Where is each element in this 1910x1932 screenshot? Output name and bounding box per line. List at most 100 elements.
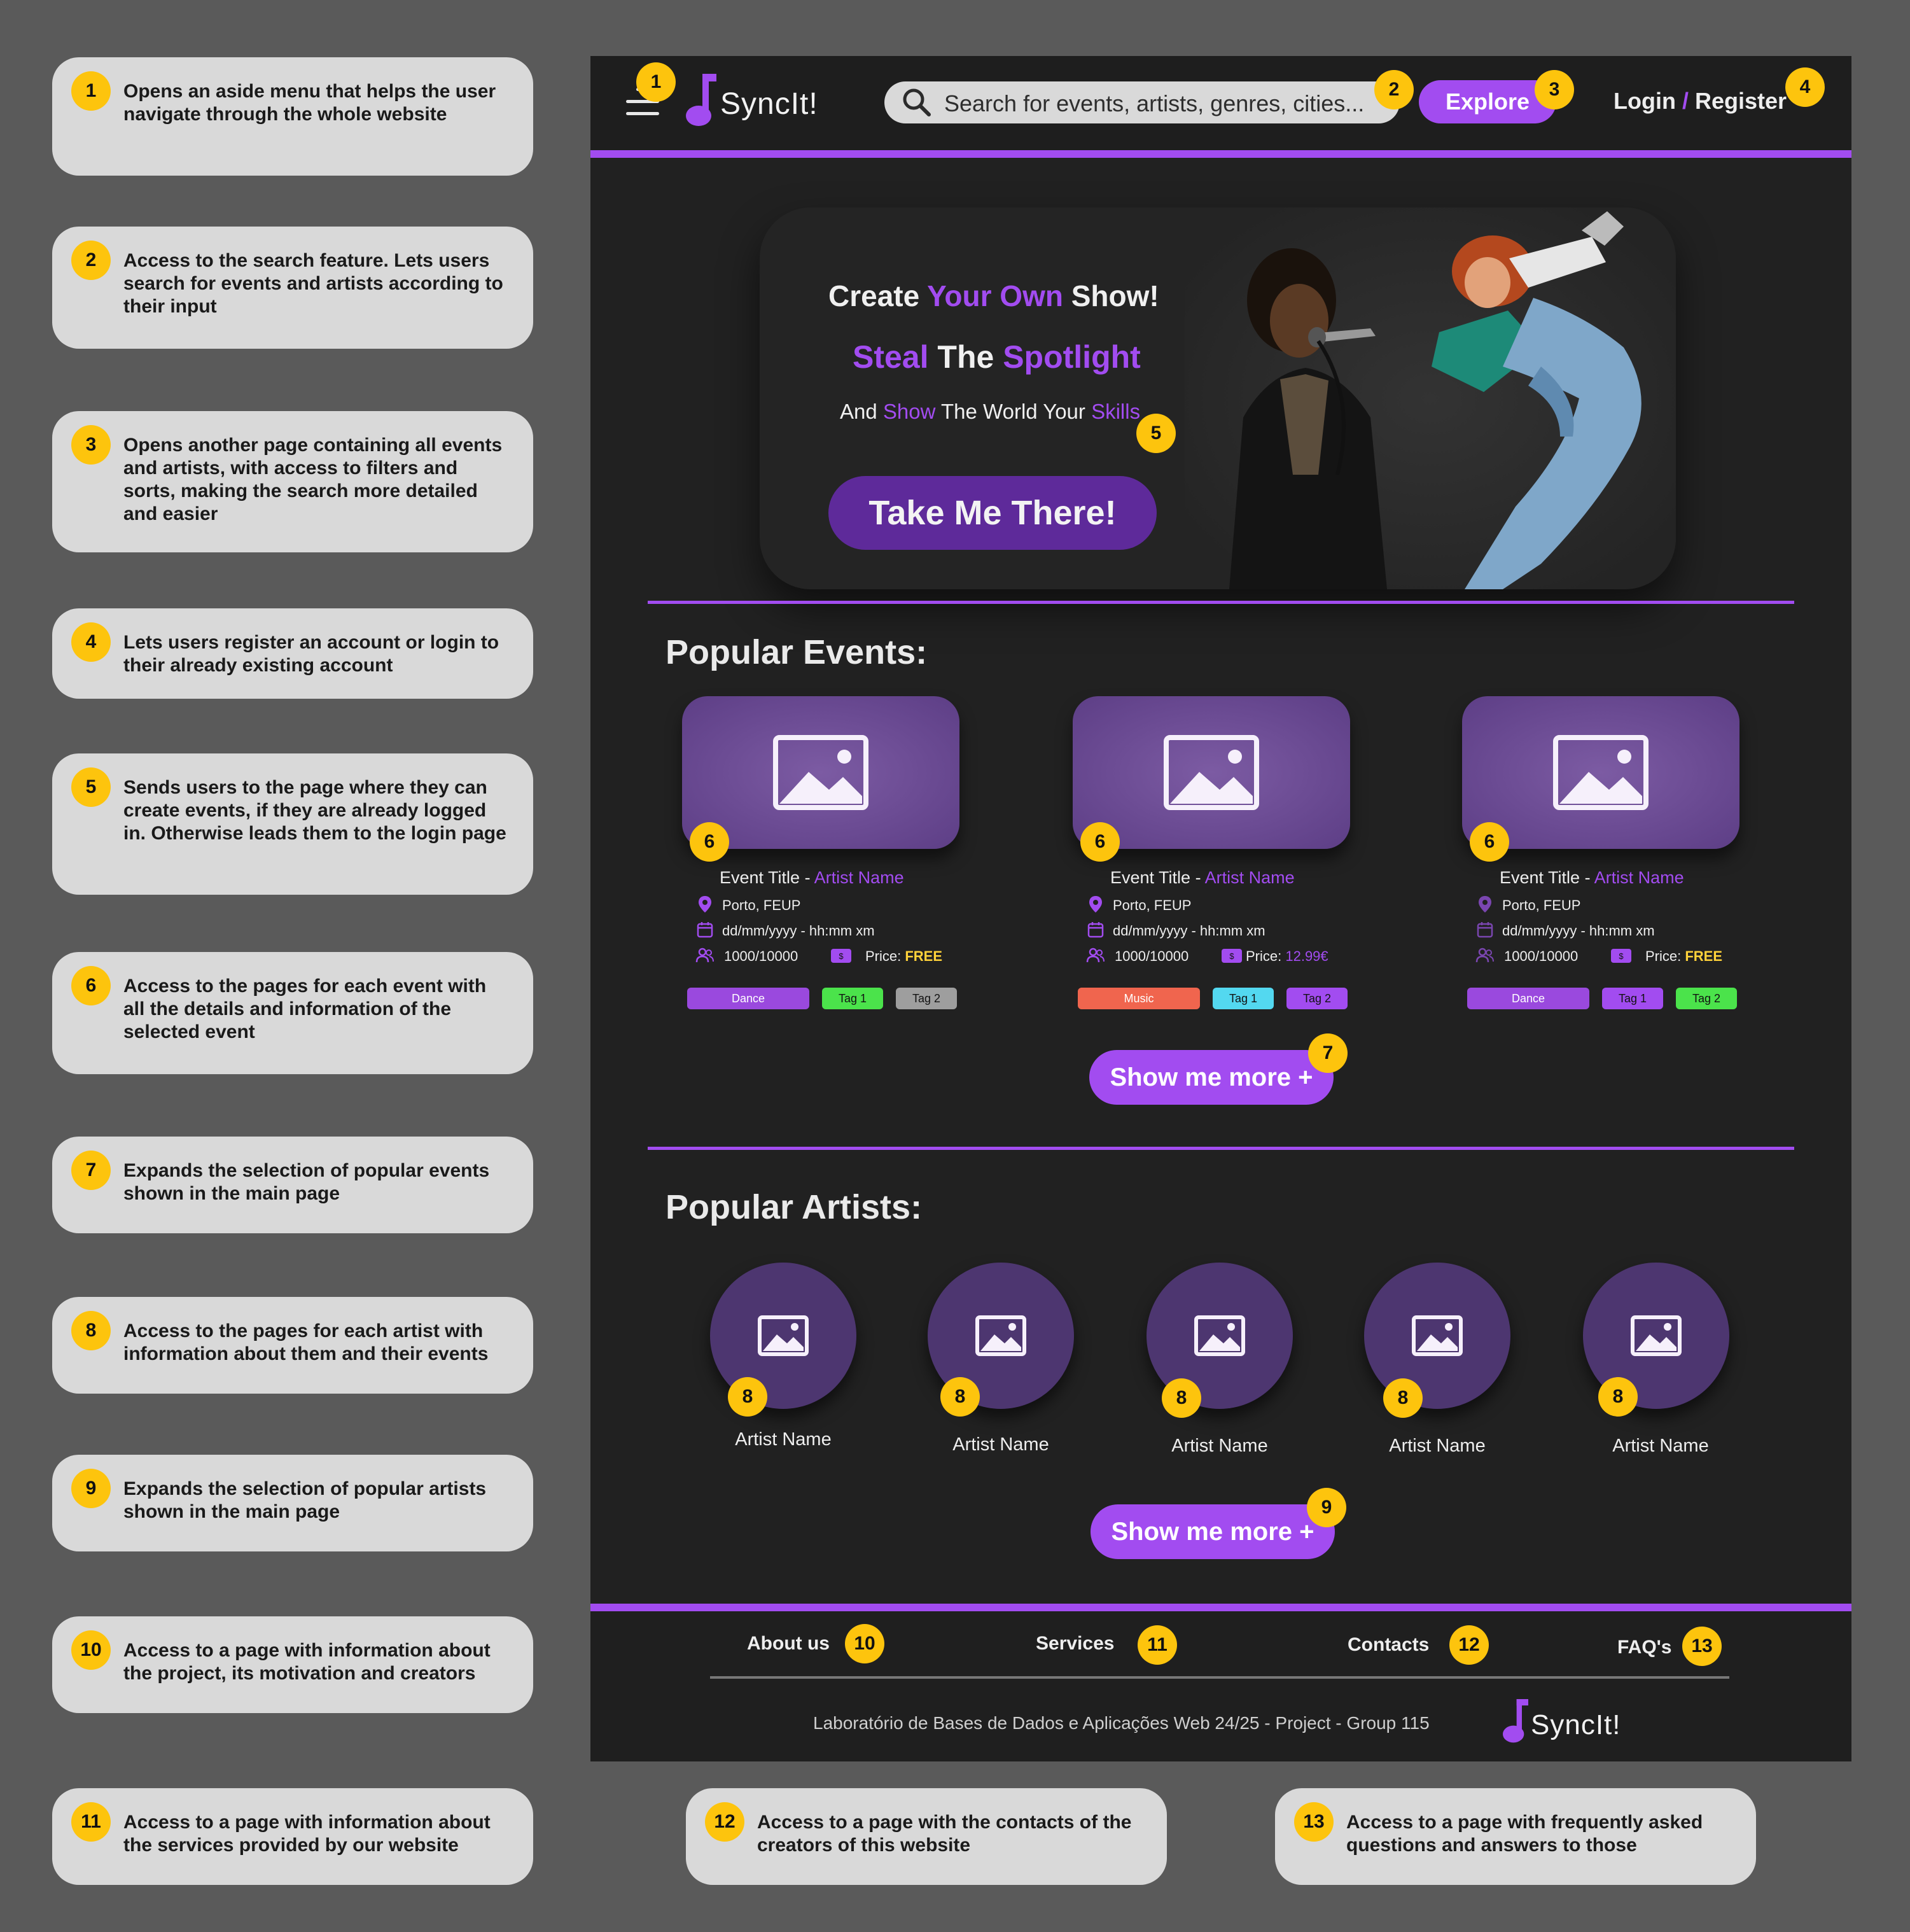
artist-name[interactable]: Artist Name — [918, 1434, 1084, 1455]
search-bar[interactable]: Search for events, artists, genres, citi… — [884, 81, 1400, 123]
badge-2: 2 — [71, 241, 111, 280]
callout-text: Access to the pages for each artist with… — [123, 1320, 489, 1364]
event-date: dd/mm/yyyy - hh:mm xm — [1502, 923, 1655, 939]
callout-9: 9 Expands the selection of popular artis… — [52, 1455, 533, 1551]
event-tag[interactable]: Tag 2 — [1286, 988, 1348, 1009]
badge-8: 8 — [71, 1311, 111, 1350]
badge-6: 6 — [690, 822, 729, 862]
badge-13: 13 — [1294, 1802, 1334, 1842]
badge-6: 6 — [1080, 822, 1120, 862]
badge-12: 12 — [705, 1802, 744, 1842]
artist-name[interactable]: Artist Name — [1355, 1436, 1520, 1457]
footer-separator — [710, 1676, 1729, 1679]
artist-name[interactable]: Artist Name — [1137, 1436, 1302, 1457]
music-note-icon — [686, 74, 716, 126]
badge-2: 2 — [1374, 70, 1414, 109]
footer-link-about[interactable]: About us — [747, 1633, 830, 1655]
event-location: Porto, FEUP — [1113, 897, 1192, 913]
badge-5: 5 — [71, 767, 111, 807]
calendar-icon — [1477, 922, 1493, 938]
event-location: Porto, FEUP — [722, 897, 801, 913]
event-tag[interactable]: Tag 2 — [896, 988, 957, 1009]
event-tag[interactable]: Dance — [687, 988, 809, 1009]
event-capacity: 1000/10000 — [1504, 948, 1579, 964]
callout-5: 5 Sends users to the page where they can… — [52, 753, 533, 895]
footer-divider — [590, 1604, 1851, 1611]
event-card-image[interactable] — [1462, 696, 1739, 849]
event-date: dd/mm/yyyy - hh:mm xm — [1113, 923, 1265, 939]
artist-name[interactable]: Artist Name — [701, 1429, 866, 1450]
callout-text: Access to a page with the contacts of th… — [757, 1812, 1132, 1856]
callout-13: 13 Access to a page with frequently aske… — [1275, 1788, 1756, 1885]
people-icon — [695, 948, 714, 963]
event-tag[interactable]: Tag 1 — [1213, 988, 1274, 1009]
callout-11: 11 Access to a page with information abo… — [52, 1788, 533, 1885]
event-title[interactable]: Event Title - Artist Name — [1110, 868, 1295, 888]
footer-link-faq[interactable]: FAQ's — [1617, 1637, 1672, 1658]
artist-name[interactable]: Artist Name — [1578, 1436, 1743, 1457]
badge-5: 5 — [1136, 414, 1176, 453]
event-tag[interactable]: Tag 1 — [822, 988, 883, 1009]
event-tag[interactable]: Tag 1 — [1602, 988, 1663, 1009]
badge-8: 8 — [728, 1377, 767, 1417]
badge-8: 8 — [1162, 1378, 1201, 1418]
hero-line-1: Create Your Own Show! — [828, 279, 1159, 312]
footer-copyright: Laboratório de Bases de Dados e Aplicaçõ… — [813, 1713, 1430, 1733]
badge-10: 10 — [845, 1624, 884, 1663]
event-card-image[interactable] — [1073, 696, 1350, 849]
event-capacity: 1000/10000 — [1115, 948, 1189, 964]
image-placeholder-icon — [773, 735, 868, 810]
login-register-link[interactable]: Login / Register — [1614, 88, 1787, 115]
event-tag[interactable]: Music — [1078, 988, 1200, 1009]
location-icon — [699, 896, 711, 913]
callout-text: Lets users register an account or login … — [123, 632, 499, 676]
event-date: dd/mm/yyyy - hh:mm xm — [722, 923, 875, 939]
footer-link-services[interactable]: Services — [1036, 1633, 1114, 1655]
hero-line-2: Steal The Spotlight — [853, 339, 1141, 375]
event-card-image[interactable] — [682, 696, 959, 849]
image-placeholder-icon — [1164, 735, 1259, 810]
search-input[interactable]: Search for events, artists, genres, citi… — [944, 90, 1364, 117]
show-more-events-button[interactable]: Show me more + — [1089, 1050, 1334, 1105]
callout-7: 7 Expands the selection of popular event… — [52, 1137, 533, 1233]
image-placeholder-icon — [1631, 1315, 1682, 1356]
price-icon: $ — [831, 949, 851, 963]
footer-link-contacts[interactable]: Contacts — [1348, 1634, 1429, 1656]
show-more-artists-button[interactable]: Show me more + — [1091, 1504, 1335, 1559]
header-divider — [590, 150, 1851, 158]
event-title[interactable]: Event Title - Artist Name — [1500, 868, 1684, 888]
image-placeholder-icon — [1194, 1315, 1245, 1356]
section-divider — [648, 601, 1794, 604]
people-icon — [1475, 948, 1494, 963]
badge-7: 7 — [71, 1151, 111, 1190]
callout-text: Expands the selection of popular artists… — [123, 1478, 487, 1522]
callout-8: 8 Access to the pages for each artist wi… — [52, 1297, 533, 1394]
event-title[interactable]: Event Title - Artist Name — [720, 868, 904, 888]
callout-text: Opens an aside menu that helps the user … — [123, 81, 496, 125]
event-tag[interactable]: Tag 2 — [1676, 988, 1737, 1009]
people-icon — [1086, 948, 1105, 963]
hero-line-3: And Show The World Your Skills — [840, 400, 1141, 423]
section-divider — [648, 1147, 1794, 1150]
footer-logo[interactable]: SyncIt! — [1503, 1698, 1643, 1749]
event-price: Price: FREE — [865, 948, 943, 964]
take-me-there-button[interactable]: Take Me There! — [828, 476, 1157, 550]
calendar-icon — [1087, 922, 1104, 938]
callout-text: Sends users to the page where they can c… — [123, 777, 506, 844]
badge-4: 4 — [1785, 67, 1825, 107]
image-placeholder-icon — [975, 1315, 1026, 1356]
callout-3: 3 Opens another page containing all even… — [52, 411, 533, 552]
calendar-icon — [697, 922, 713, 938]
hero-banner: Create Your Own Show! Steal The Spotligh… — [760, 207, 1676, 589]
hero-photo — [1185, 207, 1676, 589]
logo[interactable]: SyncIt! — [686, 71, 832, 129]
login-link[interactable]: Login — [1614, 88, 1676, 114]
footer — [590, 1604, 1851, 1761]
callout-6: 6 Access to the pages for each event wit… — [52, 952, 533, 1074]
image-placeholder-icon — [1553, 735, 1649, 810]
register-link[interactable]: Register — [1695, 88, 1787, 114]
callout-text: Access to the pages for each event with … — [123, 976, 487, 1042]
badge-9: 9 — [71, 1469, 111, 1508]
badge-1: 1 — [636, 62, 676, 102]
event-tag[interactable]: Dance — [1467, 988, 1589, 1009]
